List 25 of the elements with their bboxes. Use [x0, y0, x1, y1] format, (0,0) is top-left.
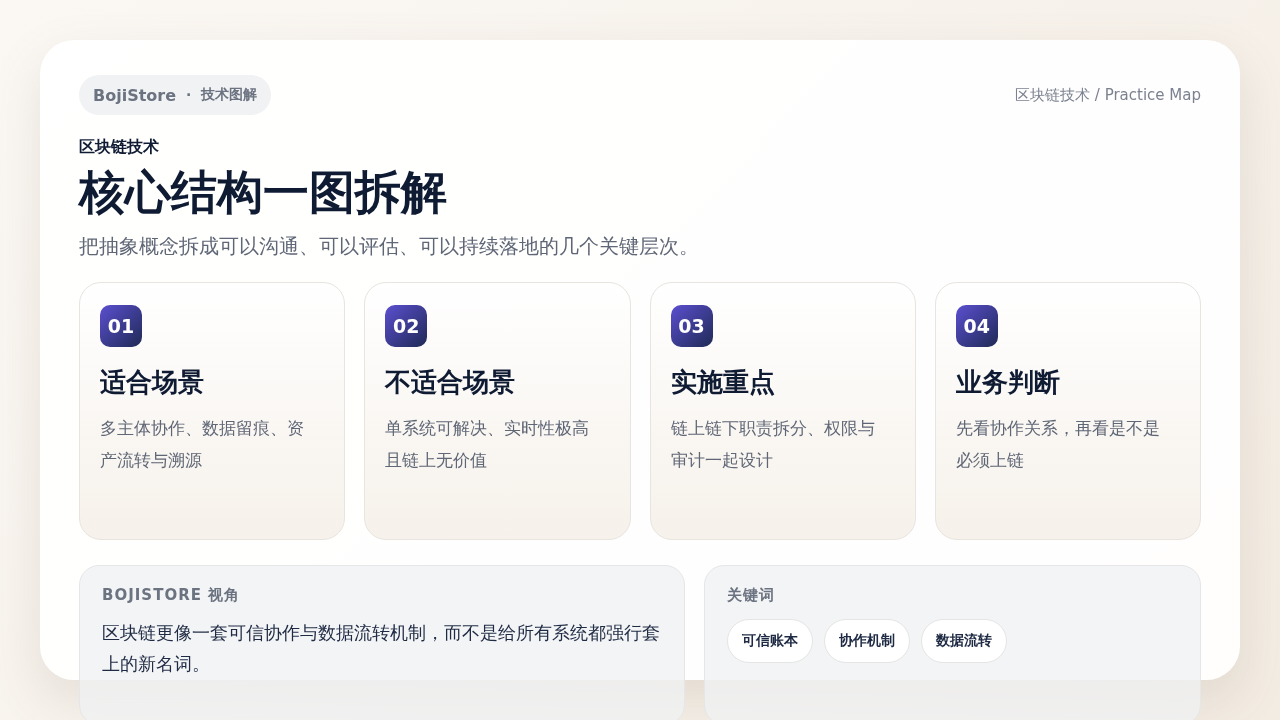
card-text: 单系统可解决、实时性极高且链上无价值 — [385, 416, 591, 472]
page-title: 核心结构一图拆解 — [79, 166, 448, 219]
number-badge: 04 — [955, 304, 998, 347]
panel-label: BOJISTORE 视角 — [102, 585, 242, 605]
card-title: 适合场景 — [100, 365, 205, 399]
brand-section: 技术图解 — [201, 86, 258, 104]
number-badge: 02 — [385, 304, 428, 347]
subtitle: 把抽象概念拆成可以沟通、可以评估、可以持续落地的几个关键层次。 — [79, 232, 700, 260]
card-title: 不适合场景 — [385, 365, 517, 399]
number-badge: 03 — [670, 304, 713, 347]
keyword-tag: 协作机制 — [824, 618, 910, 663]
brand-name: BojiStore — [93, 85, 177, 105]
perspective-text: 区块链更像一套可信协作与数据流转机制，而不是给所有系统都强行套上的新名词。 — [102, 620, 661, 676]
keyword-tag: 可信账本 — [727, 618, 813, 663]
eyebrow-label: 区块链技术 — [79, 137, 160, 158]
card-title: 业务判断 — [955, 365, 1061, 399]
keyword-tag: 数据流转 — [921, 618, 1007, 663]
card-title: 实施重点 — [670, 365, 776, 399]
card-text: 先看协作关系，再看是不是必须上链 — [955, 416, 1161, 472]
number-badge: 01 — [100, 304, 142, 347]
panel-label: 关键词 — [727, 585, 776, 605]
card-text: 多主体协作、数据留痕、资产流转与溯源 — [100, 416, 305, 472]
card-text: 链上链下职责拆分、权限与审计一起设计 — [670, 416, 876, 472]
separator-dot: · — [186, 87, 192, 103]
breadcrumb: 区块链技术 / Practice Map — [1015, 85, 1201, 105]
